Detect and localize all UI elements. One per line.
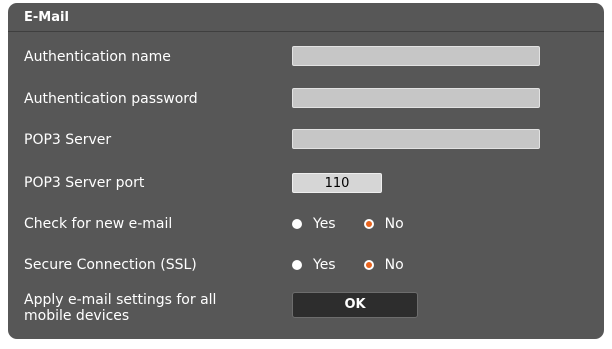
secure-connection-yes-label: Yes [313,257,336,273]
apply-settings-label-line2: mobile devices [24,308,130,324]
secure-connection-yes-option[interactable]: Yes [292,257,336,273]
secure-connection-yes-radio[interactable] [292,260,302,270]
check-new-email-yes-label: Yes [313,216,336,232]
secure-connection-radio-group: Yes No [292,256,404,274]
pop3-server-label: POP3 Server [24,132,112,148]
auth-password-field[interactable] [292,88,540,108]
secure-connection-label: Secure Connection (SSL) [24,257,197,273]
check-new-email-no-option[interactable]: No [363,216,404,232]
apply-settings-label-line1: Apply e-mail settings for all [24,292,217,308]
pop3-port-label: POP3 Server port [24,175,145,191]
panel-title: E-Mail [24,10,69,25]
check-new-email-no-label: No [384,216,404,232]
auth-password-label: Authentication password [24,91,198,107]
check-new-email-label: Check for new e-mail [24,216,173,232]
pop3-port-field[interactable] [292,173,382,193]
secure-connection-no-option[interactable]: No [363,257,404,273]
check-new-email-radio-group: Yes No [292,215,404,233]
email-settings-panel: E-Mail Authentication name Authenticatio… [8,3,604,339]
check-new-email-yes-option[interactable]: Yes [292,216,336,232]
apply-settings-label: Apply e-mail settings for all mobile dev… [24,292,216,324]
check-new-email-yes-radio[interactable] [292,219,302,229]
secure-connection-no-radio[interactable] [363,260,374,270]
auth-name-label: Authentication name [24,49,171,65]
pop3-server-field[interactable] [292,129,540,149]
auth-name-field[interactable] [292,46,540,66]
check-new-email-no-radio[interactable] [363,219,374,229]
secure-connection-no-label: No [384,257,404,273]
ok-button[interactable]: OK [292,292,418,318]
title-divider [8,31,604,32]
